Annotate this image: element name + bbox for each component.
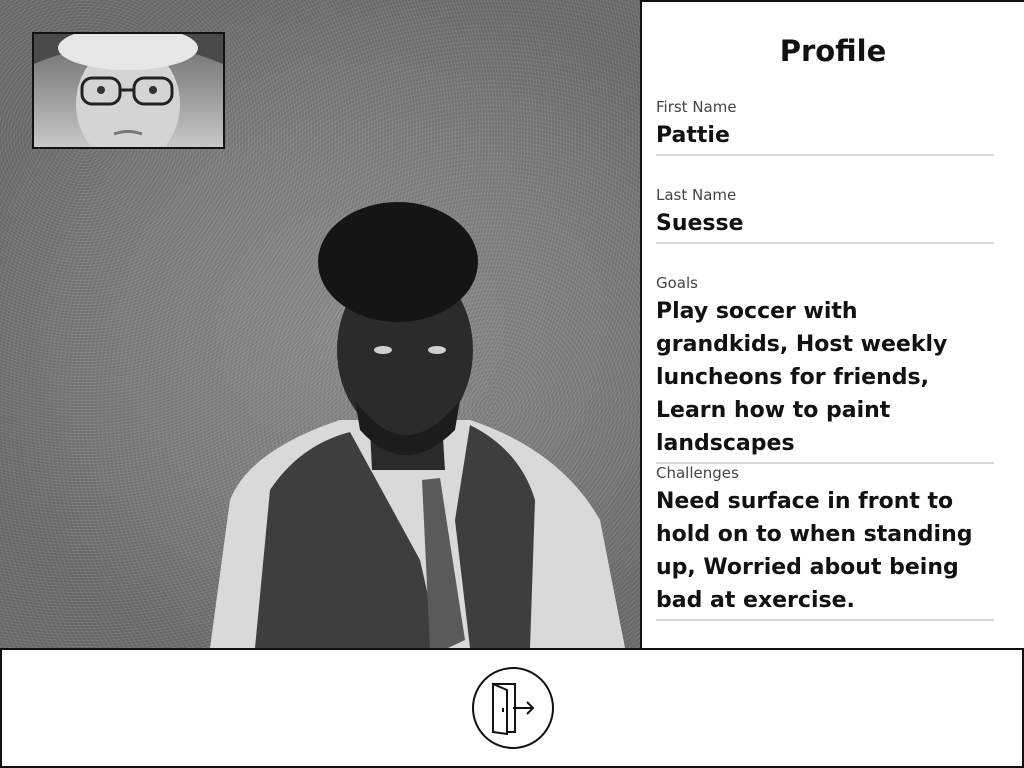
call-control-bar — [0, 648, 1024, 768]
first-name-label: First Name — [656, 98, 737, 116]
challenges-field: Challenges Need surface in front to hold… — [656, 464, 994, 621]
goals-field: Goals Play soccer with grandkids, Host w… — [656, 274, 994, 464]
profile-panel: Profile First Name Pattie Last Name Sues… — [640, 0, 1024, 650]
exit-door-icon — [492, 682, 535, 736]
profile-title: Profile — [779, 34, 887, 68]
first-name-field: First Name Pattie — [656, 98, 994, 156]
challenges-value: Need surface in front to hold on to when… — [656, 485, 994, 621]
goals-label: Goals — [656, 274, 698, 292]
challenges-label: Challenges — [656, 464, 739, 482]
goals-value: Play soccer with grandkids, Host weekly … — [656, 295, 994, 464]
last-name-label: Last Name — [656, 186, 737, 204]
self-participant-image — [34, 34, 223, 147]
exit-call-button[interactable] — [472, 667, 554, 749]
self-view-video — [32, 32, 225, 149]
last-name-value: Suesse — [656, 207, 994, 244]
last-name-field: Last Name Suesse — [656, 186, 994, 244]
first-name-value: Pattie — [656, 119, 994, 156]
